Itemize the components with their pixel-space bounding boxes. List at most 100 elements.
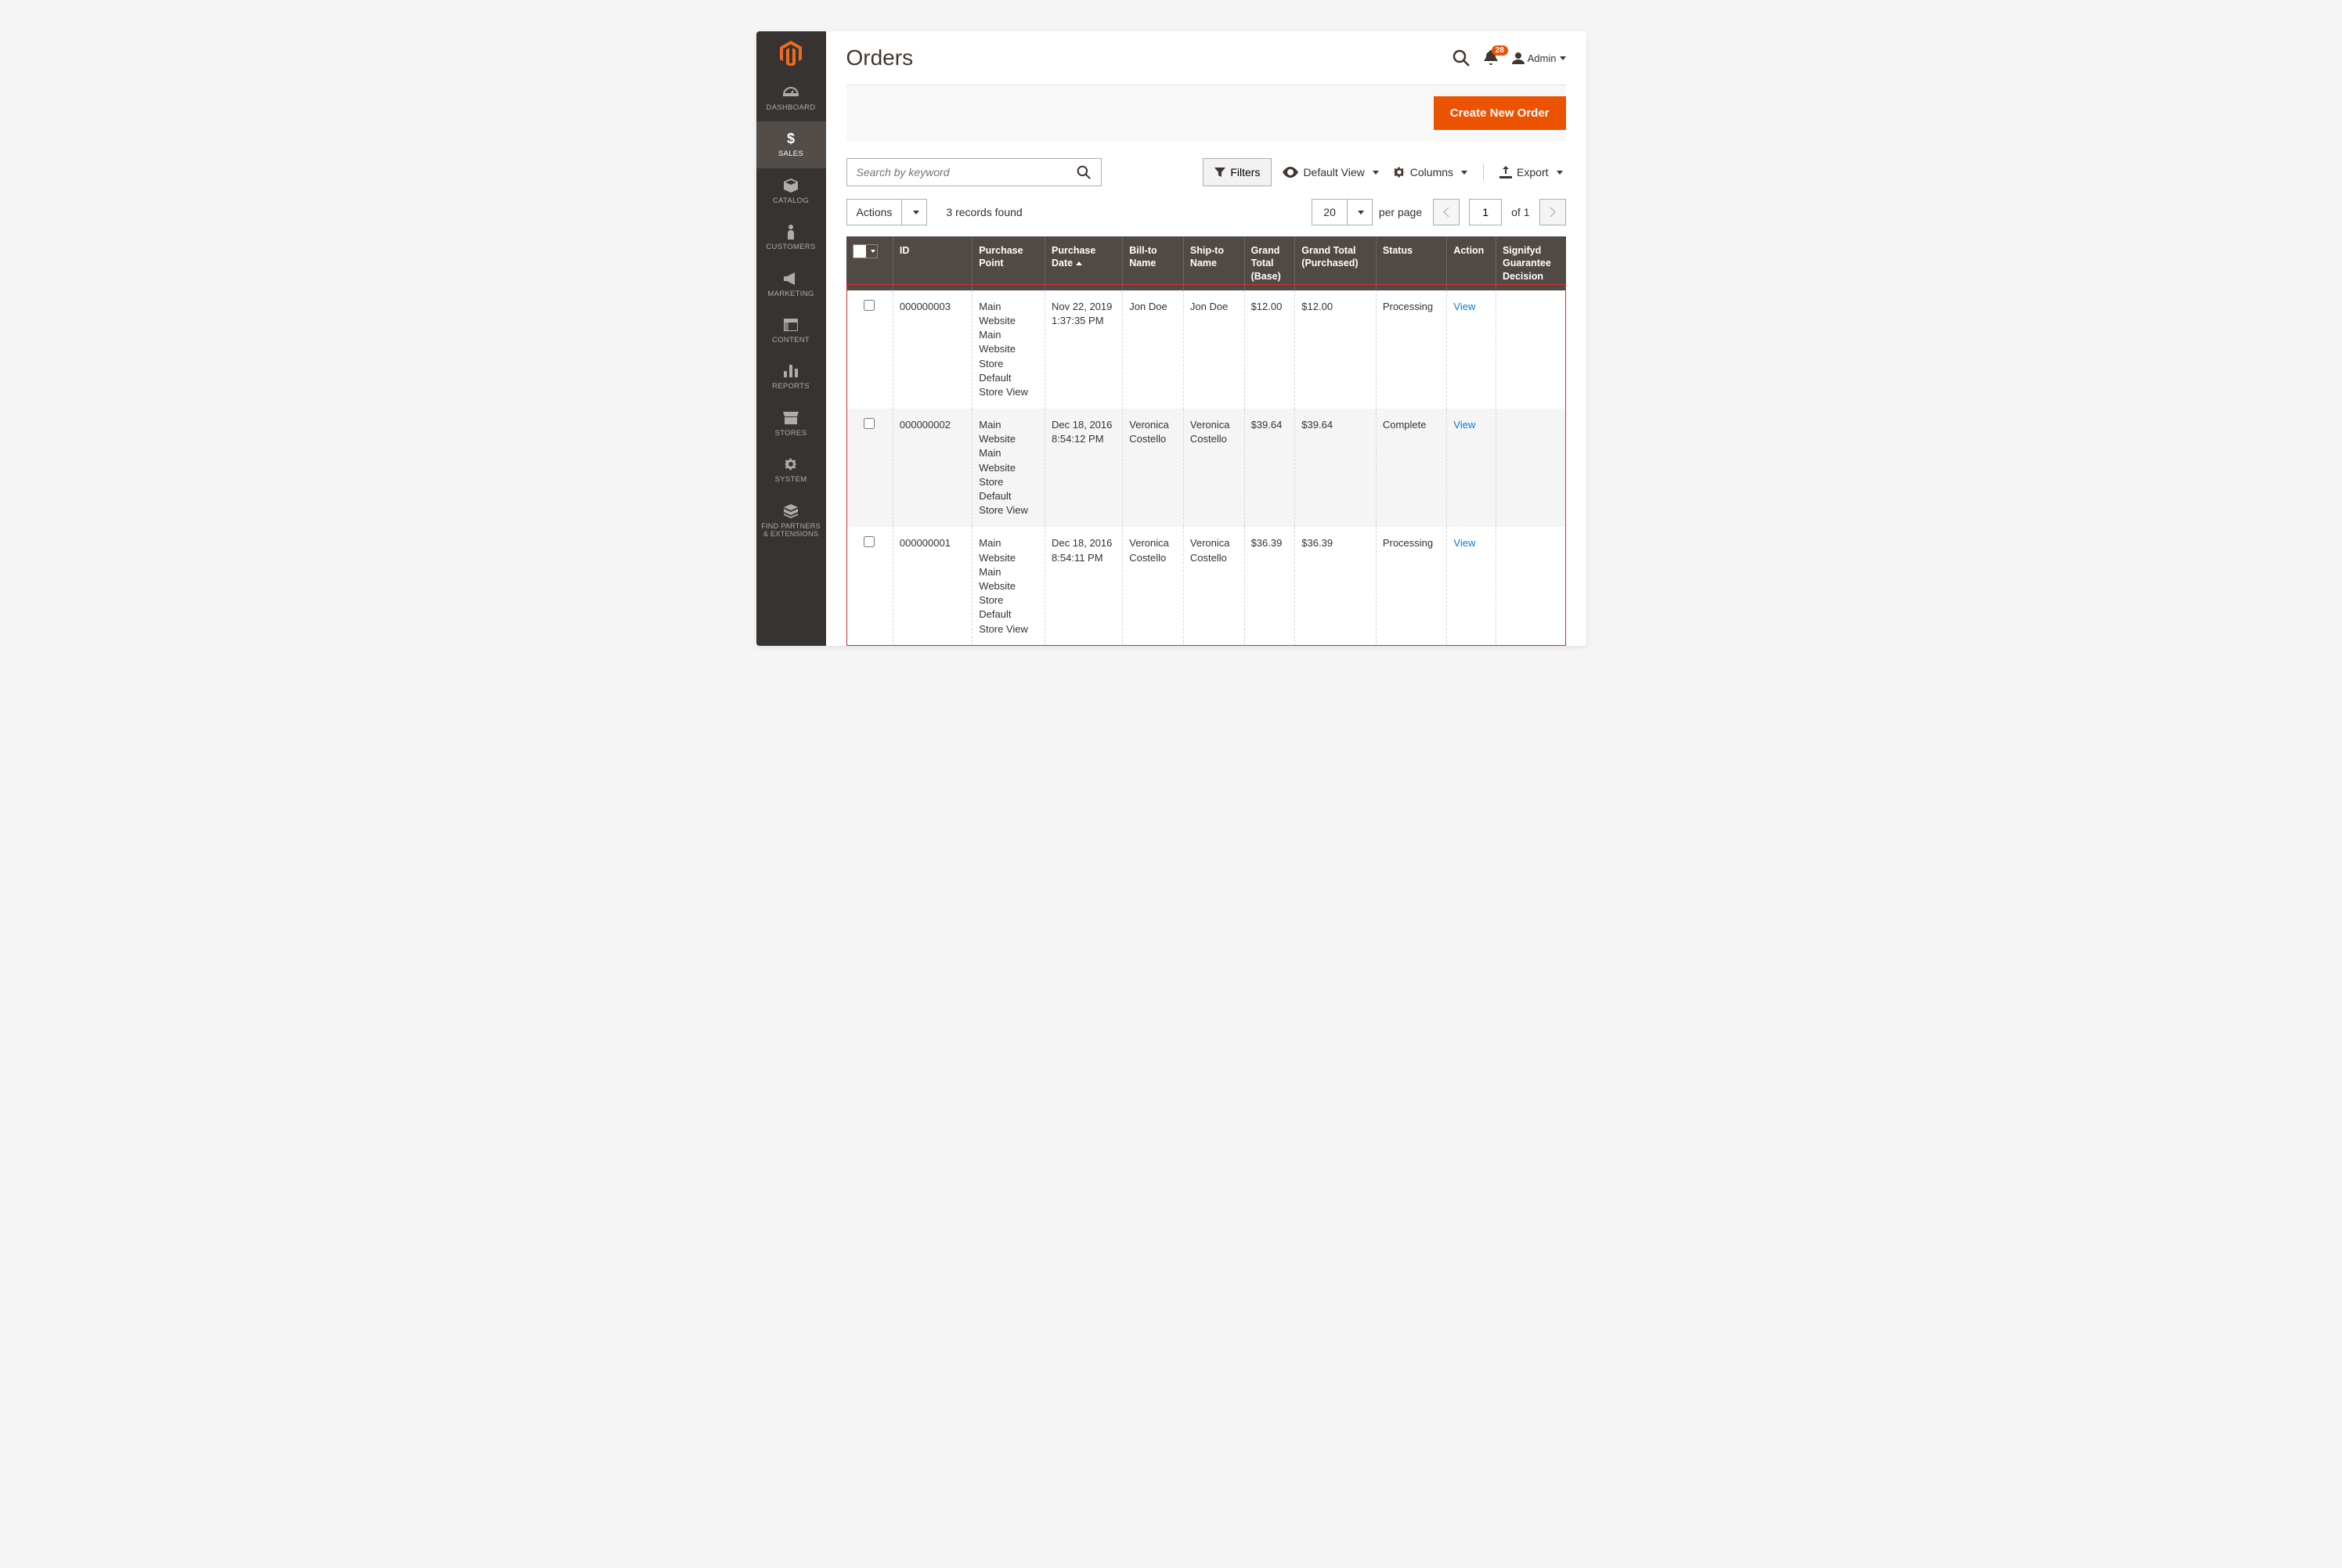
notifications[interactable]: 28: [1484, 50, 1498, 66]
chevron-right-icon: [1550, 207, 1556, 217]
search-icon: [1077, 165, 1091, 179]
list-toolbar: Actions 3 records found 20 per page of 1: [846, 199, 1566, 225]
magento-logo[interactable]: [756, 31, 826, 75]
search-input[interactable]: [847, 166, 1066, 178]
mass-actions-select[interactable]: Actions: [846, 199, 928, 225]
sidebar-item-stores[interactable]: STORES: [756, 401, 826, 447]
main: Orders 28 Admin Create New Order: [826, 31, 1586, 646]
page-size-select[interactable]: 20: [1312, 199, 1373, 225]
col-purchase-point[interactable]: Purchase Point: [973, 236, 1045, 290]
col-status[interactable]: Status: [1377, 236, 1448, 290]
cell-purchase-date: Dec 18, 2016 8:54:11 PM: [1045, 527, 1123, 645]
table-row: 000000003 Main Website Main Website Stor…: [846, 290, 1566, 409]
grid-wrap: ID Purchase Point Purchase Date Bill-to …: [846, 236, 1566, 646]
col-id[interactable]: ID: [893, 236, 973, 290]
cell-signifyd: [1496, 409, 1566, 527]
notif-badge: 28: [1492, 45, 1508, 56]
sidebar-item-label: CONTENT: [772, 336, 810, 344]
col-purchase-date[interactable]: Purchase Date: [1045, 236, 1123, 290]
next-page-button[interactable]: [1539, 199, 1566, 225]
view-link[interactable]: View: [1453, 537, 1475, 549]
app-shell: DASHBOARD $ SALES CATALOG CUSTOMERS MARK…: [756, 31, 1586, 646]
cell-bill-to: Veronica Costello: [1123, 527, 1184, 645]
sidebar-item-customers[interactable]: CUSTOMERS: [756, 214, 826, 261]
box-icon: [784, 178, 798, 193]
col-action[interactable]: Action: [1447, 236, 1496, 290]
col-select[interactable]: [846, 236, 893, 290]
sidebar-item-reports[interactable]: REPORTS: [756, 354, 826, 400]
per-page-label: per page: [1379, 206, 1422, 218]
caret-down-icon: [1358, 211, 1364, 214]
sidebar: DASHBOARD $ SALES CATALOG CUSTOMERS MARK…: [756, 31, 826, 646]
create-order-button[interactable]: Create New Order: [1434, 96, 1566, 130]
dollar-icon: $: [785, 131, 796, 146]
cell-id: 000000002: [893, 409, 973, 527]
filters-button[interactable]: Filters: [1203, 158, 1272, 186]
sidebar-item-sales[interactable]: $ SALES: [756, 121, 826, 168]
caret-down-icon: [871, 250, 875, 253]
sidebar-item-label: FIND PARTNERS & EXTENSIONS: [760, 522, 823, 539]
view-bookmarks[interactable]: Default View: [1279, 166, 1381, 178]
caret-down-icon: [1560, 56, 1566, 60]
col-grand-total-purchased[interactable]: Grand Total (Purchased): [1295, 236, 1377, 290]
cell-grand-purchased: $12.00: [1295, 290, 1377, 409]
cell-bill-to: Veronica Costello: [1123, 409, 1184, 527]
col-ship-to[interactable]: Ship-to Name: [1184, 236, 1245, 290]
cell-purchase-date: Dec 18, 2016 8:54:12 PM: [1045, 409, 1123, 527]
cell-status: Processing: [1377, 290, 1448, 409]
prev-page-button[interactable]: [1433, 199, 1460, 225]
search-button[interactable]: [1066, 165, 1101, 179]
sidebar-item-system[interactable]: SYSTEM: [756, 447, 826, 493]
cell-grand-purchased: $39.64: [1295, 409, 1377, 527]
select-all-checkbox[interactable]: [853, 244, 878, 258]
svg-text:$: $: [787, 131, 795, 146]
sidebar-item-label: DASHBOARD: [767, 103, 816, 112]
columns-control[interactable]: Columns: [1390, 166, 1471, 178]
export-control[interactable]: Export: [1496, 166, 1565, 178]
toolbar: Filters Default View Columns Export: [846, 158, 1566, 186]
cell-purchase-date: Nov 22, 2019 1:37:35 PM: [1045, 290, 1123, 409]
row-checkbox[interactable]: [864, 300, 875, 311]
cell-grand-base: $36.39: [1245, 527, 1296, 645]
caret-down-icon: [913, 211, 919, 214]
gear-icon: [1393, 166, 1406, 178]
cell-ship-to: Jon Doe: [1184, 290, 1245, 409]
cell-grand-base: $39.64: [1245, 409, 1296, 527]
sidebar-item-partners[interactable]: FIND PARTNERS & EXTENSIONS: [756, 494, 826, 549]
page-of-label: of 1: [1511, 206, 1529, 218]
cell-signifyd: [1496, 527, 1566, 645]
table-row: 000000001 Main Website Main Website Stor…: [846, 527, 1566, 645]
cell-grand-base: $12.00: [1245, 290, 1296, 409]
export-label: Export: [1517, 166, 1548, 178]
caret-down-icon: [1373, 171, 1379, 175]
cell-ship-to: Veronica Costello: [1184, 409, 1245, 527]
cell-purchase-point: Main Website Main Website Store Default …: [973, 290, 1045, 409]
records-found: 3 records found: [946, 206, 1022, 218]
cell-ship-to: Veronica Costello: [1184, 527, 1245, 645]
col-signifyd[interactable]: Signifyd Guarantee Decision: [1496, 236, 1566, 290]
action-bar: Create New Order: [846, 85, 1566, 141]
bars-icon: [784, 363, 798, 379]
partners-icon: [784, 503, 798, 519]
sidebar-item-marketing[interactable]: MARKETING: [756, 261, 826, 308]
eye-icon: [1283, 167, 1298, 178]
account-menu[interactable]: Admin: [1512, 52, 1566, 64]
topbar: Orders 28 Admin: [826, 31, 1586, 78]
view-link[interactable]: View: [1453, 301, 1475, 312]
sidebar-item-content[interactable]: CONTENT: [756, 308, 826, 354]
cell-bill-to: Jon Doe: [1123, 290, 1184, 409]
row-checkbox[interactable]: [864, 418, 875, 429]
row-checkbox[interactable]: [864, 536, 875, 547]
global-search[interactable]: [1452, 49, 1470, 67]
grid-body: 000000003 Main Website Main Website Stor…: [846, 290, 1566, 646]
page-input[interactable]: [1469, 199, 1502, 225]
col-bill-to[interactable]: Bill-to Name: [1123, 236, 1184, 290]
sidebar-item-dashboard[interactable]: DASHBOARD: [756, 75, 826, 121]
sidebar-item-catalog[interactable]: CATALOG: [756, 168, 826, 214]
sidebar-item-label: SYSTEM: [775, 475, 807, 484]
caret-down-icon: [1557, 171, 1563, 175]
cell-id: 000000001: [893, 527, 973, 645]
cell-purchase-point: Main Website Main Website Store Default …: [973, 409, 1045, 527]
view-link[interactable]: View: [1453, 419, 1475, 431]
col-grand-total-base[interactable]: Grand Total (Base): [1245, 236, 1296, 290]
